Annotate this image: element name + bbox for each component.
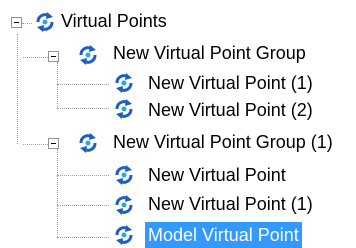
tree-line [57,84,109,85]
tree-node-virtual-points[interactable]: Virtual Points [58,8,170,34]
tree-node-virtual-point[interactable]: New Virtual Point (1) [145,70,316,96]
virtual-point-icon [115,195,133,215]
tree-line [57,62,58,108]
virtual-points-tree[interactable]: Virtual Points New Virtual Point Group N… [0,0,356,248]
tree-line [57,205,109,206]
collapse-minus-icon[interactable] [48,138,59,149]
tree-line [17,34,18,144]
virtual-point-icon [115,165,133,185]
collapse-minus-icon[interactable] [48,51,59,62]
tree-node-virtual-point[interactable]: New Virtual Point (1) [145,191,316,217]
tree-line [57,108,109,109]
tree-node-group[interactable]: New Virtual Point Group [110,40,309,66]
tree-node-virtual-point-selected[interactable]: Model Virtual Point [145,222,302,248]
tree-node-virtual-point[interactable]: New Virtual Point [145,162,289,188]
virtual-point-icon [115,225,133,245]
tree-line [57,237,109,238]
tree-line [22,23,32,24]
virtual-point-icon [115,99,133,119]
virtual-point-icon [79,45,97,65]
tree-line [57,175,109,176]
virtual-point-icon [115,73,133,93]
tree-line [57,149,58,237]
virtual-point-icon [36,12,54,32]
virtual-point-icon [79,133,97,153]
tree-node-virtual-point[interactable]: New Virtual Point (2) [145,97,316,123]
tree-node-group[interactable]: New Virtual Point Group (1) [110,129,336,155]
collapse-minus-icon[interactable] [11,17,22,28]
